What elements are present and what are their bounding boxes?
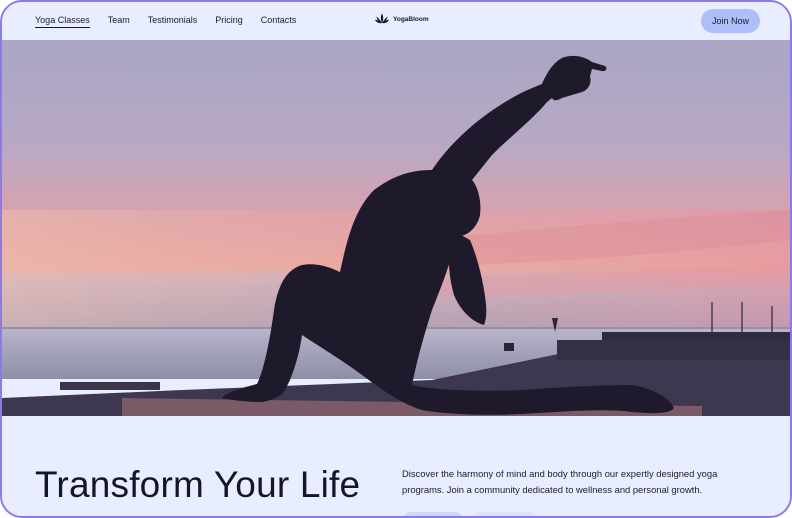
nav-link-team[interactable]: Team [108,15,130,27]
brand-logo[interactable]: YogaBloom [374,12,429,26]
top-nav: Yoga Classes Team Testimonials Pricing C… [2,2,790,40]
nav-link-contacts[interactable]: Contacts [261,15,297,27]
hero-headline: Transform Your Life [35,464,361,505]
primary-cta-button[interactable] [404,512,462,516]
nav-links: Yoga Classes Team Testimonials Pricing C… [35,2,296,40]
hero-image [2,40,790,416]
secondary-cta-button[interactable] [474,512,536,516]
page-frame: Yoga Classes Team Testimonials Pricing C… [0,0,792,518]
nav-link-yoga-classes[interactable]: Yoga Classes [35,15,90,28]
intro-section: Transform Your Life Discover the harmony… [2,416,790,516]
join-now-button[interactable]: Join Now [701,9,760,33]
nav-link-testimonials[interactable]: Testimonials [148,15,198,27]
lotus-icon [374,13,390,24]
hero-description: Discover the harmony of mind and body th… [402,468,718,495]
brand-name: YogaBloom [393,15,429,23]
hero-yoga-photo [2,40,790,416]
nav-link-pricing[interactable]: Pricing [215,15,243,27]
